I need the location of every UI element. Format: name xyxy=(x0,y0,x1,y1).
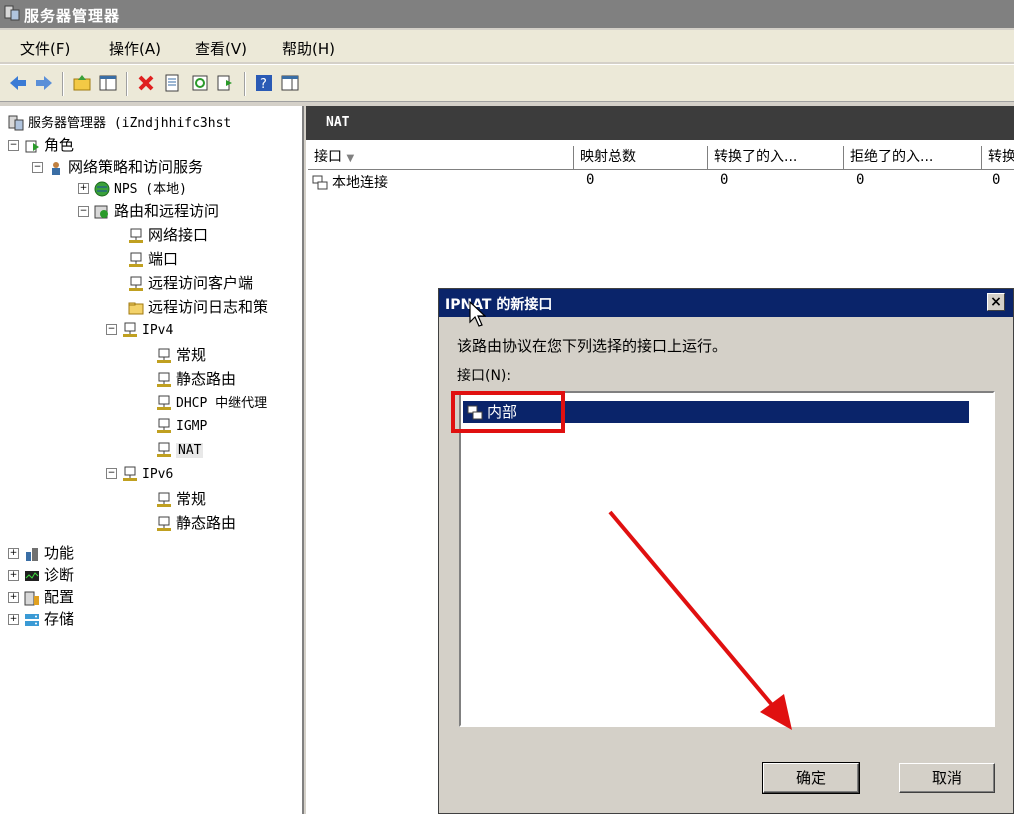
annotation-arrow xyxy=(608,510,792,730)
mouse-cursor-icon xyxy=(469,300,486,327)
